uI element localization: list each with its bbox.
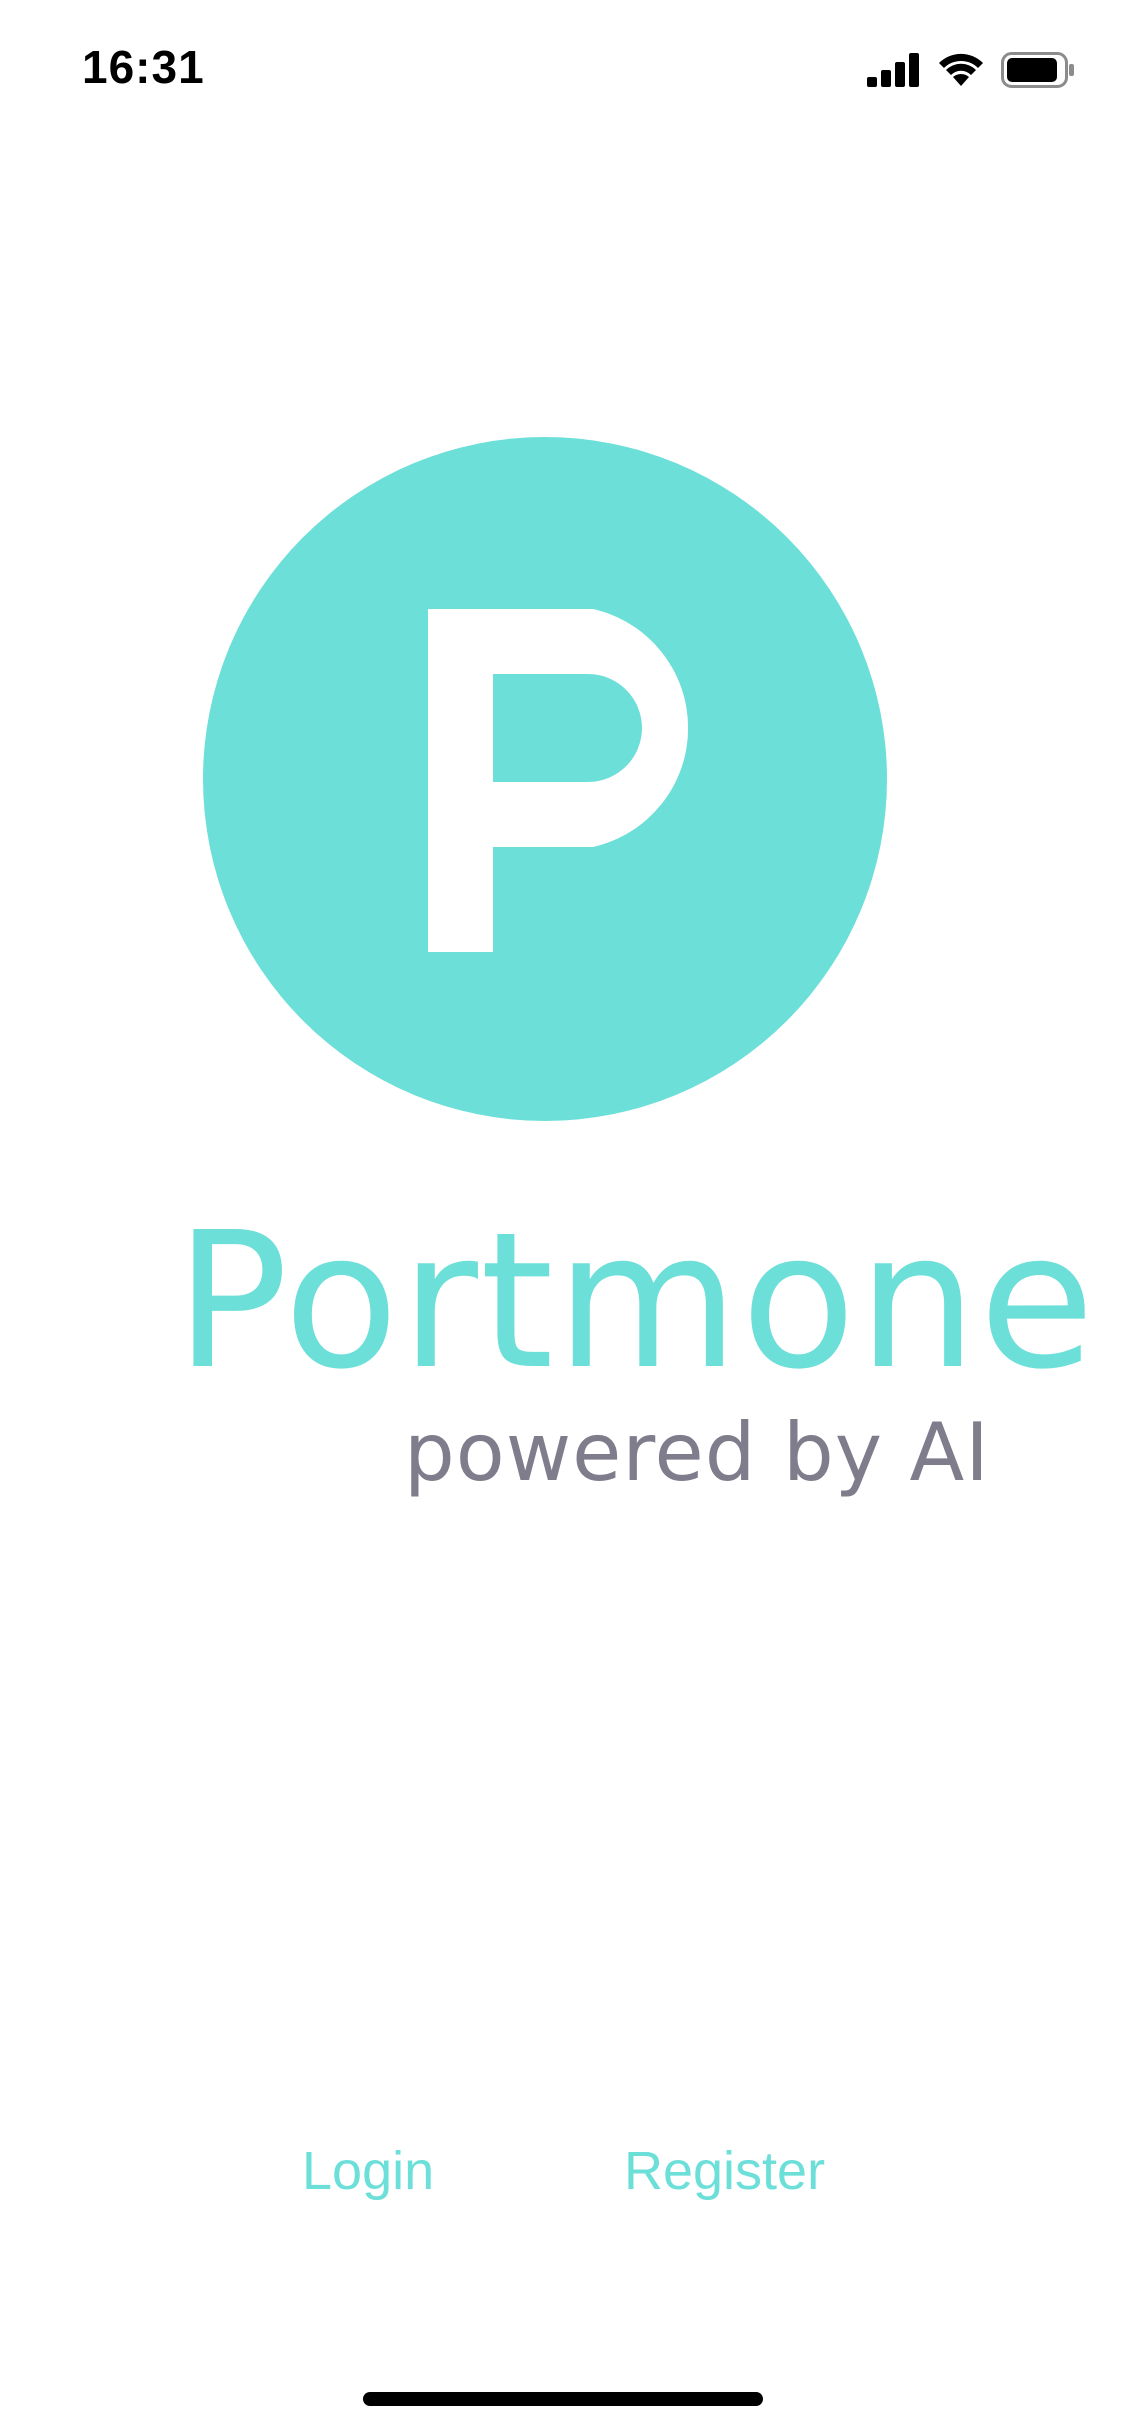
register-button[interactable]: Register	[624, 2140, 825, 2202]
brand-name: Portmone	[175, 1192, 1097, 1411]
splash-screen: 16:31 Portmone powered by AI Login Regis…	[0, 0, 1125, 2436]
status-bar: 16:31	[0, 0, 1125, 132]
login-button[interactable]: Login	[302, 2140, 434, 2202]
signal-icon	[867, 53, 921, 87]
status-icons	[867, 48, 1075, 92]
brand-tagline: powered by AI	[404, 1406, 990, 1499]
portmone-p-logo-icon	[203, 437, 887, 1121]
battery-icon	[1001, 52, 1075, 88]
status-time: 16:31	[82, 41, 205, 93]
wifi-icon	[937, 52, 985, 88]
home-indicator[interactable]	[363, 2392, 763, 2406]
